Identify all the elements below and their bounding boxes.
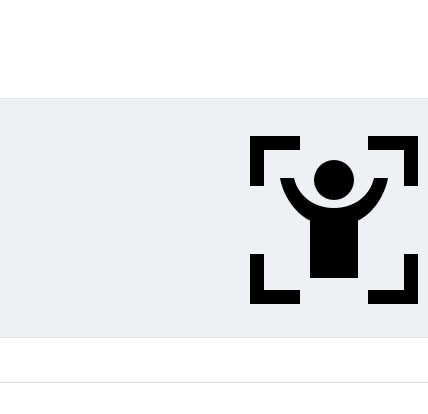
top-blank-area (0, 0, 428, 98)
corner-bottom-right (368, 254, 418, 304)
accessibility-scan-icon (250, 136, 418, 304)
person-head (314, 160, 354, 200)
person-body (310, 216, 358, 278)
bottom-blank-area (0, 383, 428, 414)
corner-bottom-left (250, 254, 300, 304)
